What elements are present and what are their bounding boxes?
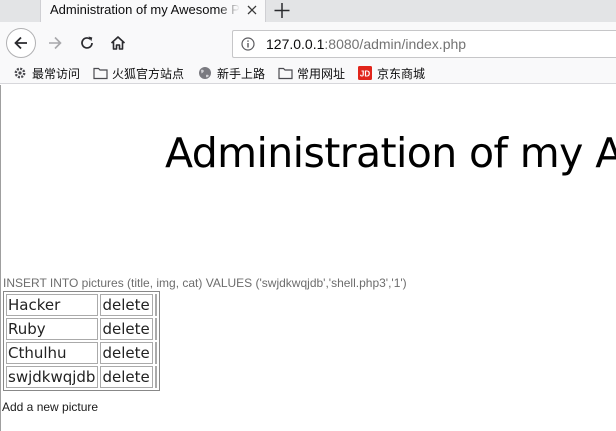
page-title: Administration of my Awesome Pictures bbox=[165, 129, 616, 177]
bookmarks-toolbar: 最常访问 火狐官方站点 新手上路 常用网址 JD 京东商城 bbox=[0, 62, 616, 84]
empty-cell bbox=[154, 342, 157, 364]
picture-title: swjdkwqjdb bbox=[6, 366, 99, 388]
empty-cell bbox=[154, 294, 157, 316]
bookmark-jd[interactable]: JD 京东商城 bbox=[358, 64, 430, 82]
add-picture-link[interactable]: Add a new picture bbox=[2, 400, 98, 414]
empty-cell bbox=[154, 366, 157, 388]
empty-cell bbox=[154, 318, 157, 340]
table-row: Cthulhu delete bbox=[6, 342, 157, 364]
reload-button[interactable] bbox=[72, 28, 102, 58]
bookmark-label: 京东商城 bbox=[377, 67, 426, 81]
bookmark-firefox-site[interactable]: 火狐官方站点 bbox=[93, 64, 191, 82]
sql-query-output: INSERT INTO pictures (title, img, cat) V… bbox=[3, 276, 407, 290]
delete-link[interactable]: delete bbox=[100, 318, 153, 340]
arrow-right-icon bbox=[49, 36, 62, 50]
picture-title: Cthulhu bbox=[6, 342, 99, 364]
home-icon bbox=[110, 36, 126, 50]
url-path: :8080/admin/index.php bbox=[324, 36, 467, 52]
table-row: Ruby delete bbox=[6, 318, 157, 340]
table-row: swjdkwqjdb delete bbox=[6, 366, 157, 388]
globe-icon bbox=[198, 66, 212, 80]
bookmark-getting-started[interactable]: 新手上路 bbox=[198, 64, 270, 82]
gear-icon bbox=[13, 66, 27, 80]
jd-logo-icon: JD bbox=[358, 66, 372, 80]
bookmark-most-visited[interactable]: 最常访问 bbox=[13, 64, 85, 82]
delete-link[interactable]: delete bbox=[100, 342, 153, 364]
bookmark-label: 常用网址 bbox=[297, 67, 346, 81]
url-host: 127.0.0.1 bbox=[266, 36, 325, 52]
tab-strip: Administration of my Awesome Pictures bbox=[0, 0, 616, 22]
tab-title: Administration of my Awesome Pictures bbox=[50, 2, 240, 17]
navigation-toolbar: 127.0.0.1:8080/admin/index.php bbox=[0, 22, 616, 62]
bookmark-common-sites[interactable]: 常用网址 bbox=[278, 64, 350, 82]
bookmark-label: 最常访问 bbox=[32, 67, 81, 81]
pictures-table: Hacker delete Ruby delete Cthulhu delete… bbox=[3, 291, 160, 391]
back-button[interactable] bbox=[6, 28, 36, 58]
delete-link[interactable]: delete bbox=[100, 294, 153, 316]
info-icon[interactable] bbox=[241, 37, 255, 51]
arrow-left-icon bbox=[14, 36, 27, 50]
folder-icon bbox=[278, 66, 293, 80]
picture-title: Hacker bbox=[6, 294, 99, 316]
browser-tab[interactable]: Administration of my Awesome Pictures bbox=[40, 0, 266, 22]
forward-button[interactable] bbox=[40, 28, 70, 58]
svg-text:JD: JD bbox=[360, 70, 370, 79]
picture-title: Ruby bbox=[6, 318, 99, 340]
table-row: Hacker delete bbox=[6, 294, 157, 316]
bookmark-label: 火狐官方站点 bbox=[112, 67, 185, 81]
delete-link[interactable]: delete bbox=[100, 366, 153, 388]
new-tab-button[interactable] bbox=[270, 0, 294, 22]
close-icon[interactable] bbox=[245, 3, 259, 17]
reload-icon bbox=[81, 36, 93, 49]
url-text: 127.0.0.1:8080/admin/index.php bbox=[266, 36, 466, 52]
address-bar[interactable]: 127.0.0.1:8080/admin/index.php bbox=[232, 30, 616, 58]
folder-icon bbox=[93, 66, 108, 80]
home-button[interactable] bbox=[103, 28, 133, 58]
page-content: Administration of my Awesome Pictures IN… bbox=[0, 85, 616, 431]
bookmark-label: 新手上路 bbox=[217, 67, 266, 81]
